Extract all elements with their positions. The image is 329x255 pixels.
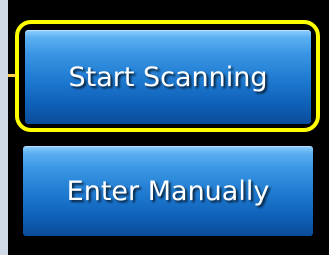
start-scanning-label: Start Scanning bbox=[68, 61, 268, 93]
pointer-indicator bbox=[8, 74, 16, 77]
enter-manually-label: Enter Manually bbox=[66, 175, 270, 207]
start-scanning-button[interactable]: Start Scanning bbox=[25, 30, 311, 124]
enter-manually-button[interactable]: Enter Manually bbox=[23, 146, 313, 236]
